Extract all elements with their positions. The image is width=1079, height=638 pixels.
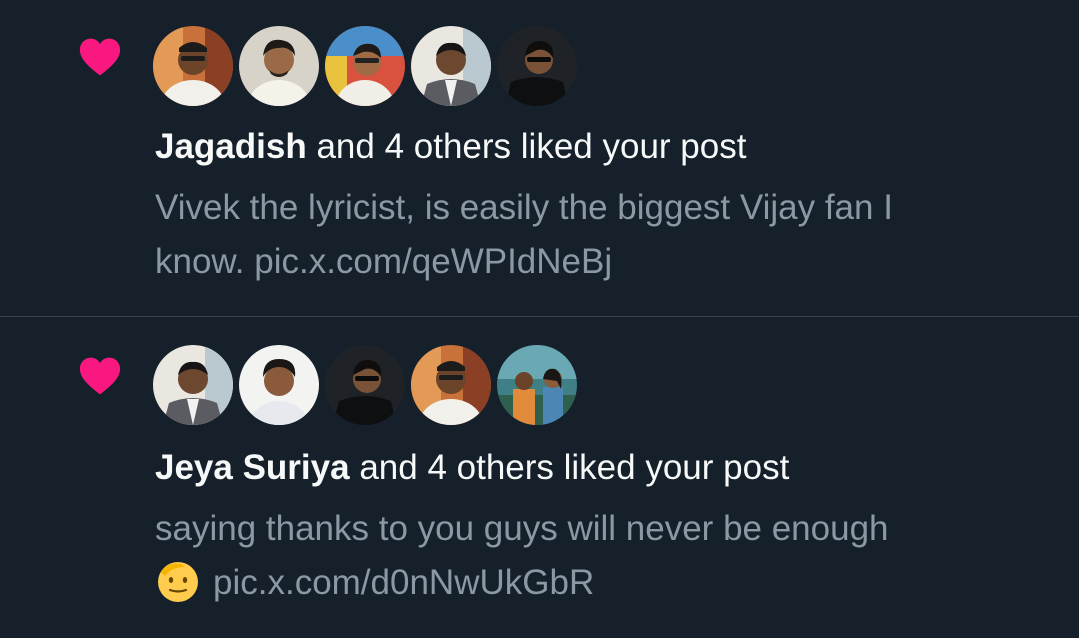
heart-icon <box>79 357 121 395</box>
post-preview[interactable]: saying thanks to you guys will never be … <box>155 502 1035 610</box>
liker-avatars <box>153 26 583 106</box>
like-notification[interactable]: Jagadish and 4 others liked your post Vi… <box>0 0 1079 316</box>
avatar[interactable] <box>497 345 577 425</box>
like-notification[interactable]: Jeya Suriya and 4 others liked your post… <box>0 317 1079 638</box>
action-text: and 4 others liked your post <box>349 448 790 487</box>
post-text-line-2: pic.x.com/d0nNwUkGbR <box>155 556 1035 610</box>
post-text-line: know. pic.x.com/qeWPIdNeBj <box>155 242 613 281</box>
action-text: and 4 others liked your post <box>306 127 747 166</box>
avatar[interactable] <box>153 26 233 106</box>
avatar[interactable] <box>153 345 233 425</box>
post-preview[interactable]: Vivek the lyricist, is easily the bigges… <box>155 181 1035 289</box>
post-text-line: Vivek the lyricist, is easily the bigges… <box>155 188 893 227</box>
liker-name[interactable]: Jagadish <box>155 127 307 166</box>
liker-avatars <box>153 345 583 425</box>
heart-icon <box>79 38 121 76</box>
post-text-line: saying thanks to you guys will never be … <box>155 509 889 548</box>
post-link[interactable]: pic.x.com/d0nNwUkGbR <box>213 563 594 602</box>
saluting-face-emoji-icon <box>158 562 198 602</box>
avatar[interactable] <box>239 345 319 425</box>
notification-headline: Jagadish and 4 others liked your post <box>155 126 746 168</box>
avatar[interactable] <box>411 345 491 425</box>
notification-headline: Jeya Suriya and 4 others liked your post <box>155 447 789 489</box>
liker-name[interactable]: Jeya Suriya <box>155 448 350 487</box>
avatar[interactable] <box>325 26 405 106</box>
avatar[interactable] <box>497 26 577 106</box>
avatar[interactable] <box>325 345 405 425</box>
avatar[interactable] <box>239 26 319 106</box>
avatar[interactable] <box>411 26 491 106</box>
